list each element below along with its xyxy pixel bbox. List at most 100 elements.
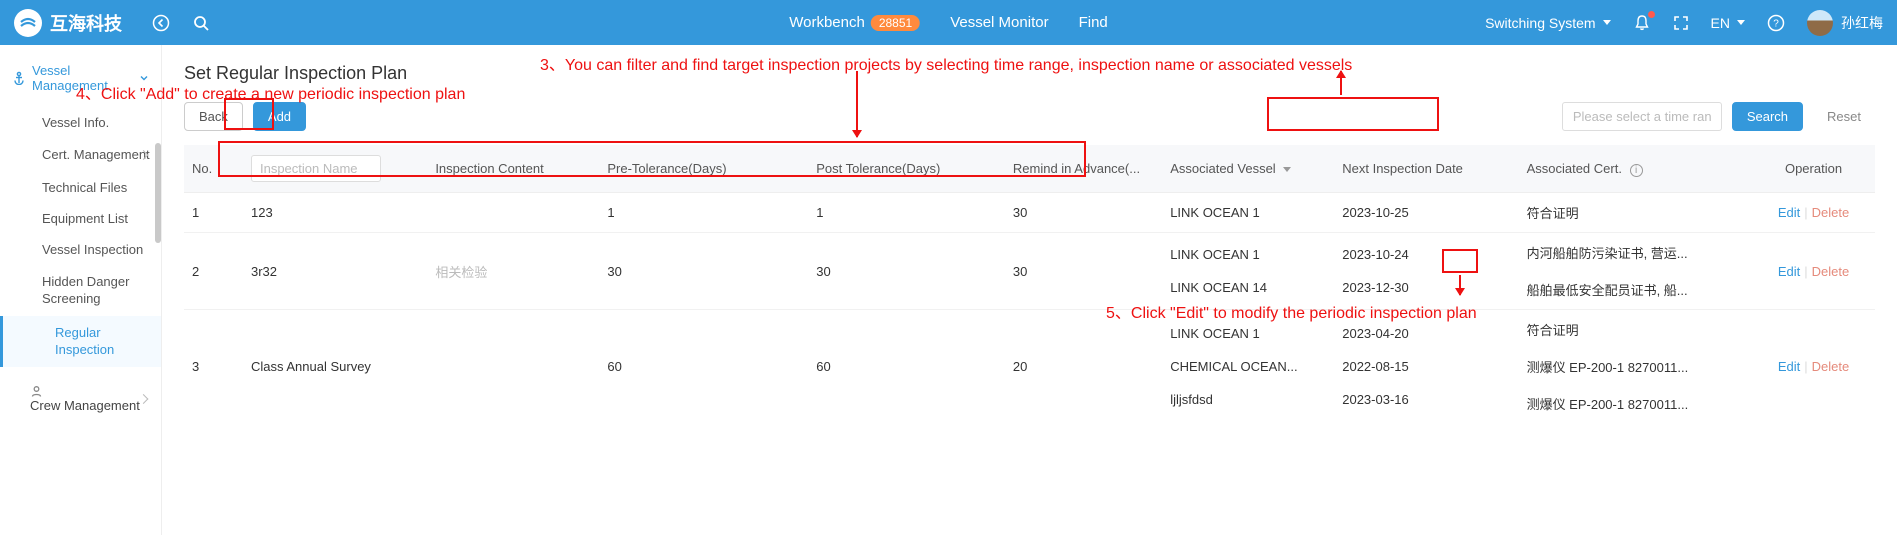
cell-vessel: LINK OCEAN 1 — [1162, 193, 1334, 233]
topbar-right: Switching System EN ? 孙红梅 — [1485, 10, 1883, 36]
cell-pre: 30 — [599, 233, 808, 310]
inspection-table: No. Inspection Content Pre-Tolerance(Day… — [184, 145, 1875, 423]
scrollbar-thumb[interactable] — [155, 143, 161, 243]
cell-remind: 20 — [1005, 310, 1162, 424]
sidebar-item-vessel-inspection[interactable]: Vessel Inspection — [0, 234, 161, 265]
cell-value: LINK OCEAN 1 — [1170, 205, 1326, 220]
sidebar-item-technical-files[interactable]: Technical Files — [0, 172, 161, 203]
nav-workbench-label: Workbench — [789, 14, 865, 31]
cell-next: 2023-10-24 2023-12-30 — [1334, 233, 1518, 310]
caret-down-icon — [1737, 20, 1745, 25]
sidebar-item-vessel-info[interactable]: Vessel Info. — [0, 107, 161, 138]
notifications-icon[interactable] — [1633, 14, 1651, 32]
sidebar-section-vessel-management[interactable]: Vessel Management — [0, 55, 161, 101]
delete-link[interactable]: Delete — [1812, 264, 1850, 279]
cell-cert: 符合证明测爆仪 EP-200-1 8270011...测爆仪 EP-200-1 … — [1519, 310, 1752, 424]
sidebar-item-regular-inspection[interactable]: Regular Inspection — [0, 316, 161, 367]
cell-pre: 1 — [599, 193, 808, 233]
search-button[interactable]: Search — [1732, 102, 1803, 131]
cell-value: 2022-08-15 — [1342, 359, 1510, 374]
sidebar-item-cert-management[interactable]: Cert. Management — [0, 138, 161, 172]
user-menu[interactable]: 孙红梅 — [1807, 10, 1883, 36]
op-separator: | — [1804, 264, 1807, 279]
svg-text:?: ? — [1773, 18, 1779, 29]
cell-op: Edit | Delete — [1752, 310, 1875, 424]
delete-link[interactable]: Delete — [1812, 359, 1850, 374]
th-content: Inspection Content — [427, 145, 599, 193]
th-vessel[interactable]: Associated Vessel — [1162, 145, 1334, 193]
back-circle-icon[interactable] — [152, 14, 170, 32]
sidebar-item-label: Crew Management — [30, 398, 140, 413]
cell-value: 测爆仪 EP-200-1 8270011... — [1527, 357, 1744, 376]
switching-system[interactable]: Switching System — [1485, 15, 1610, 31]
inspection-name-filter[interactable] — [251, 155, 381, 182]
sidebar-section-label: Vessel Management — [32, 63, 133, 93]
brand-text: 互海科技 — [50, 10, 122, 36]
edit-link[interactable]: Edit — [1778, 359, 1800, 374]
cell-content — [427, 310, 599, 424]
sidebar-items: Vessel Info. Cert. Management Technical … — [0, 107, 161, 367]
delete-link[interactable]: Delete — [1812, 205, 1850, 220]
th-remind: Remind in Advance(... — [1005, 145, 1162, 193]
cell-value: 内河船舶防污染证书, 营运... — [1527, 243, 1744, 262]
time-range-input[interactable] — [1562, 102, 1722, 131]
cell-value: LINK OCEAN 1 — [1170, 326, 1326, 341]
edit-link[interactable]: Edit — [1778, 264, 1800, 279]
person-icon — [30, 385, 145, 398]
info-icon[interactable]: i — [1630, 164, 1643, 177]
search-icon[interactable] — [192, 14, 210, 32]
anchor-icon — [12, 71, 26, 85]
cell-next: 2023-10-25 — [1334, 193, 1518, 233]
language-switch[interactable]: EN — [1711, 15, 1745, 31]
topbar-nav: Workbench 28851 Vessel Monitor Find — [789, 14, 1108, 31]
cell-name: 3r32 — [243, 233, 427, 310]
avatar-icon — [1807, 10, 1833, 36]
cell-content — [427, 193, 599, 233]
fullscreen-icon[interactable] — [1673, 15, 1689, 31]
cell-value: 符合证明 — [1527, 203, 1744, 222]
th-op: Operation — [1752, 145, 1875, 193]
reset-button[interactable]: Reset — [1813, 103, 1875, 130]
cell-no: 2 — [184, 233, 243, 310]
cell-post: 1 — [808, 193, 1005, 233]
brand-logo-icon — [14, 9, 42, 37]
table-row: 3Class Annual Survey606020LINK OCEAN 1CH… — [184, 310, 1875, 424]
topbar: 互海科技 Workbench 28851 Vessel Monitor Find… — [0, 0, 1897, 45]
caret-down-icon — [1603, 20, 1611, 25]
cell-cert: 内河船舶防污染证书, 营运...船舶最低安全配员证书, 船... — [1519, 233, 1752, 310]
table-row: 11231130LINK OCEAN 12023-10-25符合证明Edit|D… — [184, 193, 1875, 233]
th-cert-label: Associated Cert. — [1527, 161, 1622, 176]
help-icon[interactable]: ? — [1767, 14, 1785, 32]
th-post: Post Tolerance(Days) — [808, 145, 1005, 193]
table-row: 23r32相关检验303030LINK OCEAN 1LINK OCEAN 14… — [184, 233, 1875, 310]
cell-value: LINK OCEAN 1 — [1170, 247, 1326, 262]
language-label: EN — [1711, 15, 1730, 31]
cell-vessel: LINK OCEAN 1 LINK OCEAN 14 — [1162, 233, 1334, 310]
edit-link[interactable]: Edit — [1778, 205, 1800, 220]
sidebar-item-equipment-list[interactable]: Equipment List — [0, 203, 161, 234]
notification-dot — [1648, 11, 1655, 18]
cell-next: 2023-04-202022-08-152023-03-16 — [1334, 310, 1518, 424]
back-button[interactable]: Back — [184, 102, 243, 131]
cell-op: Edit | Delete — [1752, 233, 1875, 310]
sidebar-item-crew-management[interactable]: Crew Management — [0, 377, 161, 421]
sidebar-item-hidden-danger[interactable]: Hidden Danger Screening — [0, 265, 161, 316]
th-next: Next Inspection Date — [1334, 145, 1518, 193]
add-button[interactable]: Add — [253, 102, 306, 131]
nav-workbench[interactable]: Workbench 28851 — [789, 14, 920, 31]
sort-caret-icon — [1283, 167, 1291, 172]
cell-value: 2023-10-25 — [1342, 205, 1510, 220]
cell-value: CHEMICAL OCEAN... — [1170, 359, 1326, 374]
cell-cert: 符合证明 — [1519, 193, 1752, 233]
th-no: No. — [184, 145, 243, 193]
cell-value: LINK OCEAN 14 — [1170, 280, 1326, 295]
op-separator: | — [1804, 359, 1807, 374]
nav-vessel-monitor[interactable]: Vessel Monitor — [950, 14, 1048, 31]
page-title: Set Regular Inspection Plan — [184, 63, 1875, 84]
nav-find[interactable]: Find — [1079, 14, 1108, 31]
cell-content: 相关检验 — [427, 233, 599, 310]
th-vessel-label: Associated Vessel — [1170, 161, 1276, 176]
th-name — [243, 145, 427, 193]
cell-value: 2023-12-30 — [1342, 280, 1510, 295]
cell-value: 2023-10-24 — [1342, 247, 1510, 262]
